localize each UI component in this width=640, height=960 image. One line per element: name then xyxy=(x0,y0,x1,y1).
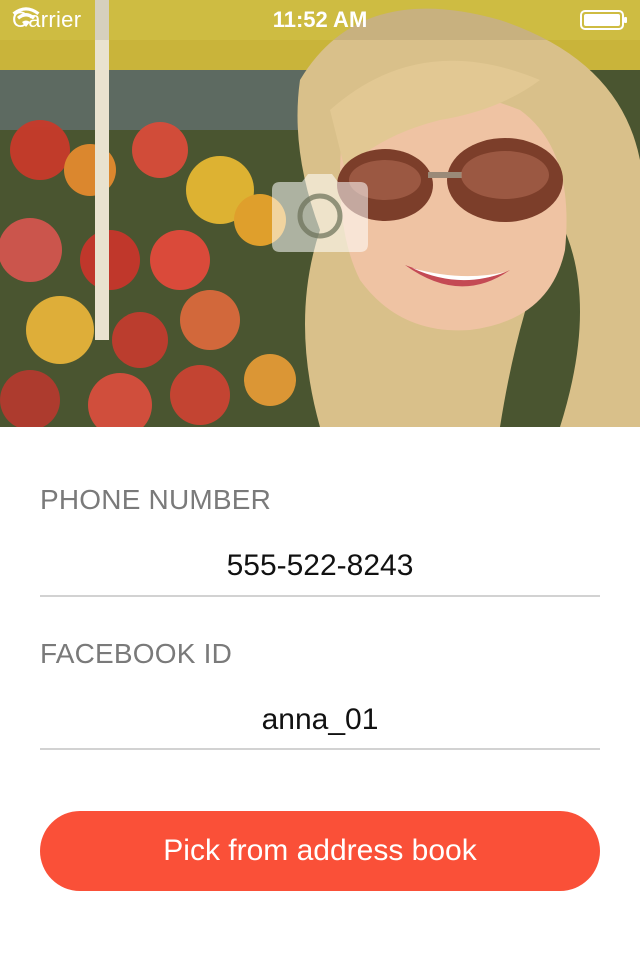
phone-number-divider xyxy=(40,595,600,597)
phone-number-value: 555-522-8243 xyxy=(226,549,414,582)
facebook-id-label: FACEBOOK ID xyxy=(40,638,233,669)
phone-number-label: PHONE NUMBER xyxy=(40,484,272,515)
status-bar: Carrier 11:52 AM xyxy=(0,0,640,40)
pick-from-address-book-button[interactable]: Pick from address book xyxy=(40,811,600,891)
facebook-id-value: anna_01 xyxy=(261,703,379,736)
facebook-id-field[interactable]: anna_01 xyxy=(40,693,600,749)
contact-photo[interactable]: Carrier 11:52 AM xyxy=(0,0,640,427)
camera-icon xyxy=(272,174,368,252)
battery-full-icon xyxy=(580,10,628,30)
phone-number-field[interactable]: 555-522-8243 xyxy=(40,539,600,595)
contact-edit-screen: Carrier 11:52 AM PHONE NUMBER 555-522-82… xyxy=(0,0,640,960)
facebook-id-divider xyxy=(40,748,600,750)
status-time: 11:52 AM xyxy=(272,7,368,32)
change-photo-button[interactable] xyxy=(272,172,368,252)
